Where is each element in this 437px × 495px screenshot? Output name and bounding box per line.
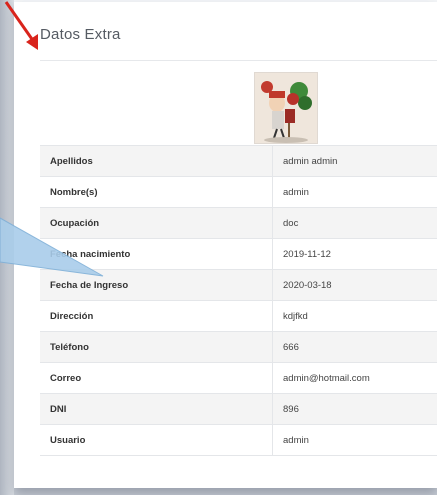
- user-details-table: Apellidos admin admin Nombre(s) admin Oc…: [40, 145, 437, 456]
- table-row: Fecha de Ingreso 2020-03-18: [40, 269, 437, 301]
- row-label: Fecha nacimiento: [40, 238, 273, 270]
- user-avatar-icon: [254, 72, 318, 144]
- table-row: Fecha nacimiento 2019-11-12: [40, 238, 437, 270]
- table-row: Usuario admin: [40, 424, 437, 456]
- table-row: Teléfono 666: [40, 331, 437, 363]
- table-row: Dirección kdjfkd: [40, 300, 437, 332]
- row-label: Correo: [40, 362, 273, 394]
- table-row: Nombre(s) admin: [40, 176, 437, 208]
- row-value: 2020-03-18: [272, 269, 437, 301]
- row-value: admin: [272, 424, 437, 456]
- row-label: Teléfono: [40, 331, 273, 363]
- row-value: admin admin: [272, 145, 437, 177]
- row-label: Fecha de Ingreso: [40, 269, 273, 301]
- row-value: 896: [272, 393, 437, 425]
- row-value: kdjfkd: [272, 300, 437, 332]
- row-value: 666: [272, 331, 437, 363]
- row-label: Apellidos: [40, 145, 273, 177]
- row-label: Ocupación: [40, 207, 273, 239]
- table-row: Apellidos admin admin: [40, 145, 437, 177]
- row-value: admin: [272, 176, 437, 208]
- row-value: 2019-11-12: [272, 238, 437, 270]
- table-row: DNI 896: [40, 393, 437, 425]
- row-label: Nombre(s): [40, 176, 273, 208]
- panel-title: Datos Extra: [40, 26, 121, 43]
- row-value: admin@hotmail.com: [272, 362, 437, 394]
- title-divider: [40, 60, 437, 61]
- table-row: Correo admin@hotmail.com: [40, 362, 437, 394]
- row-label: DNI: [40, 393, 273, 425]
- row-label: Dirección: [40, 300, 273, 332]
- row-label: Usuario: [40, 424, 273, 456]
- row-value: doc: [272, 207, 437, 239]
- left-shadow: [0, 0, 14, 495]
- table-row: Ocupación doc: [40, 207, 437, 239]
- datos-extra-panel: Datos Extra Apellidos admin admin Nombre…: [14, 2, 437, 488]
